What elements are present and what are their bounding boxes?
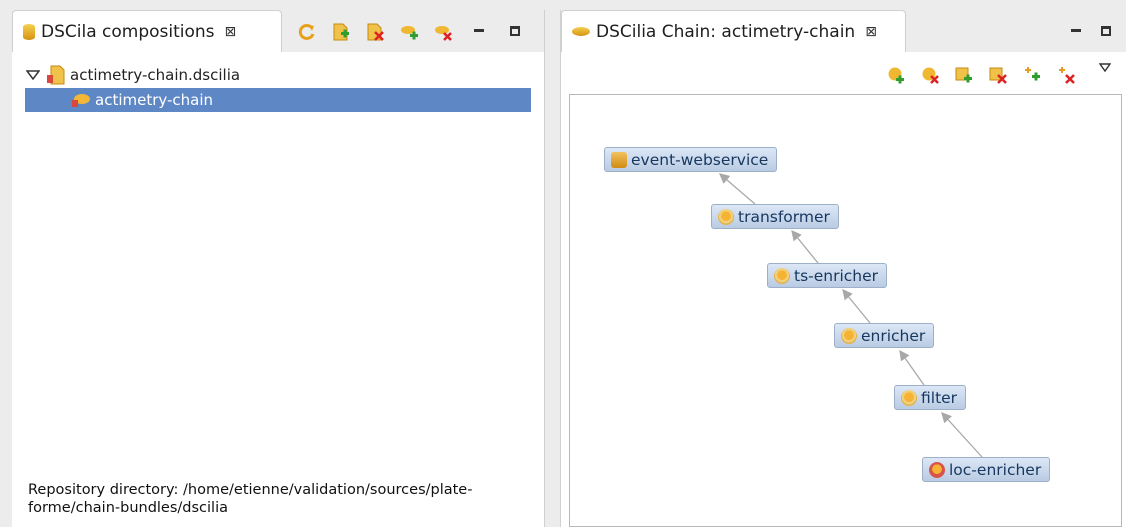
node-label: event-webservice (631, 150, 769, 169)
node-event-webservice[interactable]: event-webservice (604, 147, 778, 172)
chain-tab-icon (572, 27, 590, 36)
edge-filter-to-enricher (899, 349, 925, 386)
chain-tab-title: DSCilia Chain: actimetry-chain (596, 21, 856, 42)
delete-composition-icon[interactable] (366, 23, 384, 41)
compositions-tab[interactable]: DSCila compositions ⊠ (12, 10, 282, 52)
add-bundle-icon[interactable] (955, 66, 973, 84)
chain-diagram-canvas[interactable]: event-webservice transformer ts-enricher… (569, 94, 1122, 527)
service-icon (611, 151, 627, 168)
edge-loc-enricher-to-filter (941, 412, 983, 458)
database-icon (23, 23, 35, 40)
refresh-icon[interactable] (298, 23, 316, 41)
edge-enricher-to-ts-enricher (842, 288, 871, 324)
chain-view: DSCilia Chain: actimetry-chain ⊠ event-w… (560, 10, 1126, 527)
remove-chain-icon[interactable] (434, 23, 452, 41)
source-icon (929, 461, 945, 478)
node-label: ts-enricher (794, 266, 879, 285)
compositions-view: DSCila compositions ⊠ actimetry-chain.ds… (12, 10, 545, 527)
remove-node-icon[interactable] (921, 66, 939, 84)
component-icon (774, 267, 790, 284)
remove-link-icon[interactable] (1057, 66, 1075, 84)
close-icon[interactable]: ⊠ (865, 24, 877, 40)
component-icon (901, 389, 917, 406)
node-ts-enricher[interactable]: ts-enricher (767, 263, 888, 288)
maximize-icon[interactable] (1101, 26, 1111, 36)
view-menu-icon[interactable] (1099, 63, 1111, 73)
node-label: transformer (738, 207, 830, 226)
minimize-icon[interactable] (1071, 26, 1081, 36)
tree-child-label: actimetry-chain (95, 91, 214, 109)
maximize-icon[interactable] (510, 26, 520, 36)
file-icon (47, 65, 65, 85)
node-transformer[interactable]: transformer (711, 204, 839, 229)
repository-directory: Repository directory: /home/etienne/vali… (28, 481, 538, 517)
node-loc-enricher[interactable]: loc-enricher (922, 457, 1051, 482)
new-composition-icon[interactable] (332, 23, 350, 41)
add-node-icon[interactable] (887, 66, 905, 84)
node-enricher[interactable]: enricher (834, 323, 935, 348)
chain-tab[interactable]: DSCilia Chain: actimetry-chain ⊠ (561, 10, 906, 52)
edge-transformer-to-event-webservice (719, 173, 756, 205)
tree-child-item[interactable]: actimetry-chain (25, 88, 531, 112)
add-link-icon[interactable] (1023, 66, 1041, 84)
edge-ts-enricher-to-transformer (791, 229, 819, 264)
minimize-icon[interactable] (474, 26, 484, 36)
component-icon (841, 327, 857, 344)
node-label: filter (921, 388, 958, 407)
tree-root-item[interactable]: actimetry-chain.dscilia (26, 63, 526, 87)
compositions-tab-title: DSCila compositions (41, 21, 215, 42)
compositions-tabbar: DSCila compositions ⊠ (12, 10, 544, 52)
node-label: loc-enricher (949, 460, 1042, 479)
tree-root-label: actimetry-chain.dscilia (70, 66, 241, 84)
close-icon[interactable]: ⊠ (225, 24, 237, 40)
node-label: enricher (861, 326, 926, 345)
chain-icon (72, 94, 90, 107)
expand-icon[interactable] (26, 69, 40, 81)
repository-line-2: forme/chain-bundles/dscilia (28, 500, 228, 516)
chain-tabbar: DSCilia Chain: actimetry-chain ⊠ (561, 10, 1126, 52)
component-icon (718, 208, 734, 225)
repository-line-1: Repository directory: /home/etienne/vali… (28, 482, 473, 498)
add-chain-icon[interactable] (400, 23, 418, 41)
node-filter[interactable]: filter (894, 385, 967, 410)
remove-bundle-icon[interactable] (989, 66, 1007, 84)
